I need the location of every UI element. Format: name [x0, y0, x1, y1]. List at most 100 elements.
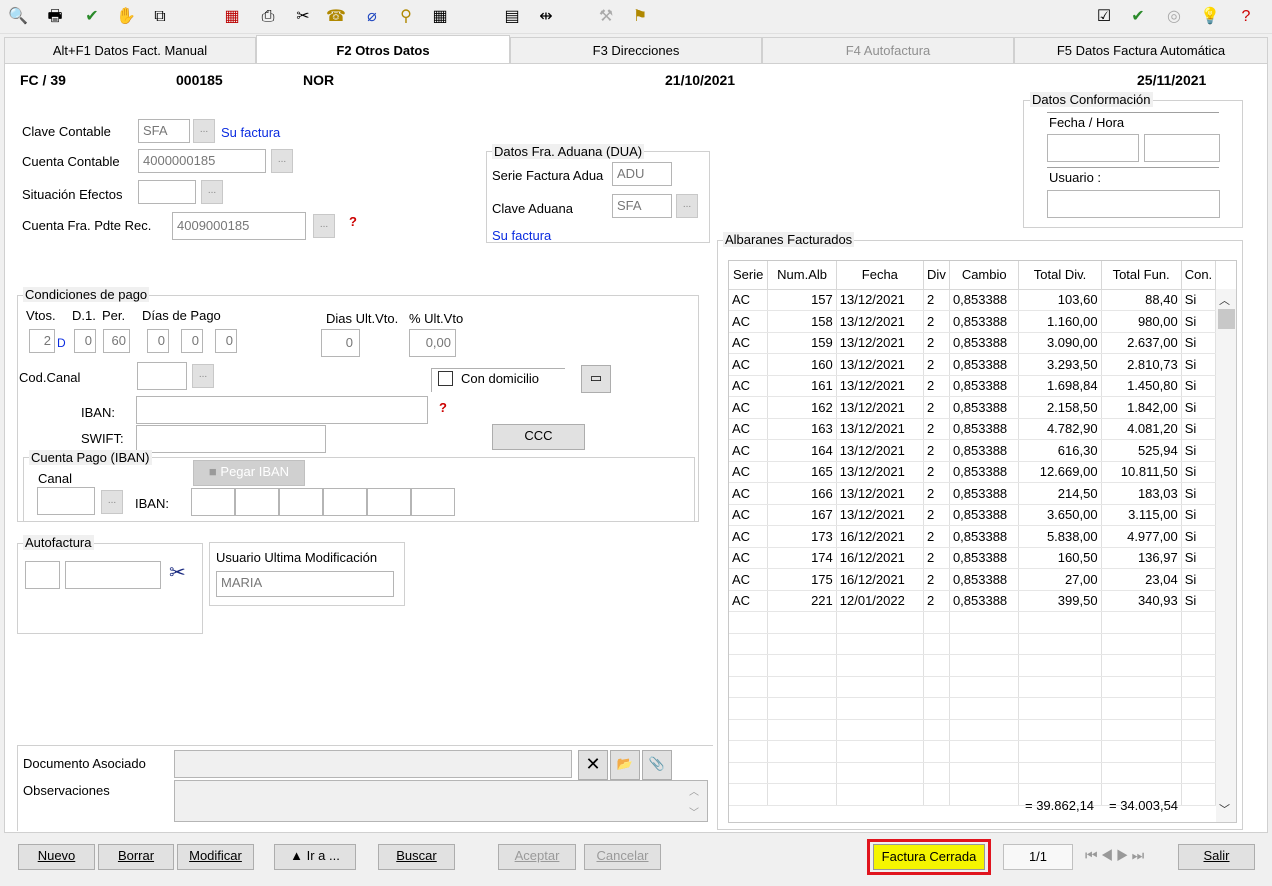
- autofactura-serie-field[interactable]: [25, 561, 60, 589]
- view-icon[interactable]: ◎: [1164, 7, 1184, 27]
- d1-field[interactable]: 0: [74, 329, 96, 353]
- table-row[interactable]: AC 173 16/12/2021 2 0,853388 5.838,00 4.977,00…: [729, 525, 1236, 548]
- clave-contable-field[interactable]: SFA: [138, 119, 190, 143]
- dua-clave-lookup-button[interactable]: ...: [676, 194, 698, 218]
- help-icon[interactable]: ?: [1236, 7, 1256, 27]
- cuenta-contable-lookup-button[interactable]: ...: [271, 149, 293, 173]
- attach-icon[interactable]: ⚲: [396, 7, 416, 27]
- borrar-button[interactable]: Borrar: [98, 844, 174, 870]
- swift-field[interactable]: [136, 425, 326, 453]
- pct-ult-vto-field[interactable]: 0,00: [409, 329, 456, 357]
- nuevo-button[interactable]: Nuevo: [18, 844, 95, 870]
- clave-contable-lookup-button[interactable]: ...: [193, 119, 215, 143]
- next-record-icon[interactable]: ▶: [1116, 847, 1132, 863]
- help-icon[interactable]: ?: [349, 214, 357, 229]
- hora-field[interactable]: [1144, 134, 1220, 162]
- su-factura-link[interactable]: Su factura: [221, 125, 280, 140]
- dua-serie-field[interactable]: ADU: [612, 162, 672, 186]
- canal-field[interactable]: [37, 487, 95, 515]
- table-row[interactable]: AC 160 13/12/2021 2 0,853388 3.293,50 2.810,73…: [729, 353, 1236, 376]
- col-total-fun[interactable]: Total Fun.: [1101, 261, 1182, 290]
- split-icon[interactable]: ⇹: [536, 7, 556, 27]
- dias-pago-2[interactable]: 0: [181, 329, 203, 353]
- iban-part-4[interactable]: [323, 488, 367, 516]
- approve-icon[interactable]: ✔: [1128, 7, 1148, 27]
- validate-icon[interactable]: ✔: [82, 7, 102, 27]
- copy-icon[interactable]: ⧉: [150, 7, 170, 27]
- domicilio-card-button[interactable]: ▭: [581, 365, 611, 393]
- con-domicilio-checkbox[interactable]: [438, 371, 453, 386]
- documento-asociado-field[interactable]: [174, 750, 572, 778]
- ir-a-button[interactable]: ▲ Ir a ...: [274, 844, 356, 870]
- table-row[interactable]: AC 175 16/12/2021 2 0,853388 27,00 23,04 Si: [729, 568, 1236, 591]
- table-row[interactable]: AC 221 12/01/2022 2 0,853388 399,50 340,93 Si: [729, 590, 1236, 612]
- bulb-icon[interactable]: 💡: [1200, 7, 1220, 27]
- iban-part-6[interactable]: [411, 488, 455, 516]
- first-record-icon[interactable]: ⏮: [1085, 847, 1101, 863]
- col-con[interactable]: Con.: [1181, 261, 1217, 290]
- col-div[interactable]: Div: [923, 261, 950, 290]
- iban-field[interactable]: [136, 396, 428, 424]
- phone-icon[interactable]: ☎: [326, 7, 346, 27]
- iban-part-2[interactable]: [235, 488, 279, 516]
- cod-canal-lookup-button[interactable]: ...: [192, 364, 214, 388]
- tab-datos-manual[interactable]: Alt+F1 Datos Fact. Manual: [4, 37, 256, 63]
- doc-clear-icon[interactable]: ✕: [578, 750, 608, 780]
- buscar-button[interactable]: Buscar: [378, 844, 455, 870]
- doc-open-folder-icon[interactable]: 📂: [610, 750, 640, 780]
- table-row[interactable]: AC 174 16/12/2021 2 0,853388 160,50 136,97 Si: [729, 547, 1236, 569]
- scroll-down-icon[interactable]: ﹀: [1219, 801, 1230, 817]
- dua-clave-field[interactable]: SFA: [612, 194, 672, 218]
- cuenta-pdte-lookup-button[interactable]: ...: [313, 214, 335, 238]
- preview-icon[interactable]: 🔍: [8, 7, 28, 27]
- doc-attach-icon[interactable]: 📎: [642, 750, 672, 780]
- table-row[interactable]: AC 157 13/12/2021 2 0,853388 103,60 88,40 Si: [729, 289, 1236, 311]
- table-row[interactable]: AC 163 13/12/2021 2 0,853388 4.782,90 4.081,20…: [729, 418, 1236, 440]
- scroll-up-icon[interactable]: ︿: [1219, 292, 1230, 308]
- observaciones-field[interactable]: [174, 780, 708, 822]
- vtos-field[interactable]: 2: [29, 329, 55, 353]
- checkbox-icon[interactable]: ☑: [1094, 7, 1114, 27]
- iban-part-3[interactable]: [279, 488, 323, 516]
- col-fecha[interactable]: Fecha: [836, 261, 924, 290]
- dias-pago-3[interactable]: 0: [215, 329, 237, 353]
- usuario-modificacion-field[interactable]: MARIA: [216, 571, 394, 597]
- tab-factura-automatica[interactable]: F5 Datos Factura Automática: [1014, 37, 1268, 63]
- albaranes-scrollbar[interactable]: [1216, 289, 1236, 822]
- cut-icon[interactable]: ✂: [293, 7, 313, 27]
- canal-lookup-button[interactable]: ...: [101, 490, 123, 514]
- table-row[interactable]: AC 167 13/12/2021 2 0,853388 3.650,00 3.115,00…: [729, 504, 1236, 526]
- cuenta-pdte-field[interactable]: 4009000185: [172, 212, 306, 240]
- cod-canal-field[interactable]: [137, 362, 187, 390]
- clip-icon[interactable]: ⌀: [362, 7, 382, 27]
- fecha-field[interactable]: [1047, 134, 1139, 162]
- printer2-icon[interactable]: ⎙: [258, 7, 278, 27]
- calc-icon[interactable]: ▦: [222, 7, 242, 27]
- iban-part-1[interactable]: [191, 488, 235, 516]
- tab-direcciones[interactable]: F3 Direcciones: [510, 37, 762, 63]
- usuario-conformacion-field[interactable]: [1047, 190, 1220, 218]
- obs-scroll-down-icon[interactable]: ﹀: [689, 804, 699, 819]
- print-icon[interactable]: 🖶: [45, 7, 65, 27]
- per-field[interactable]: 60: [103, 329, 130, 353]
- col-serie[interactable]: Serie: [729, 261, 769, 290]
- autofactura-numero-field[interactable]: [65, 561, 161, 589]
- table-row[interactable]: AC 161 13/12/2021 2 0,853388 1.698,84 1.450,80…: [729, 375, 1236, 397]
- salir-button[interactable]: Salir: [1178, 844, 1255, 870]
- obs-scroll-up-icon[interactable]: ︿: [689, 783, 699, 798]
- modificar-button[interactable]: Modificar: [177, 844, 254, 870]
- situacion-lookup-button[interactable]: ...: [201, 180, 223, 204]
- col-cambio[interactable]: Cambio: [949, 261, 1020, 290]
- col-num-alb[interactable]: Num.Alb: [767, 261, 837, 290]
- prev-record-icon[interactable]: ◀: [1101, 847, 1117, 863]
- iban-help-icon[interactable]: ?: [439, 400, 447, 415]
- dias-ult-vto-field[interactable]: 0: [321, 329, 360, 357]
- table-row[interactable]: AC 162 13/12/2021 2 0,853388 2.158,50 1.842,00…: [729, 396, 1236, 419]
- iban-part-5[interactable]: [367, 488, 411, 516]
- cuenta-contable-field[interactable]: 4000000185: [138, 149, 266, 173]
- grid-icon[interactable]: ▤: [502, 7, 522, 27]
- table-row[interactable]: AC 164 13/12/2021 2 0,853388 616,30 525,94 Si: [729, 439, 1236, 462]
- table-row[interactable]: AC 159 13/12/2021 2 0,853388 3.090,00 2.637,00…: [729, 332, 1236, 354]
- situacion-efectos-field[interactable]: [138, 180, 196, 204]
- table-row[interactable]: AC 165 13/12/2021 2 0,853388 12.669,00 10.811,…: [729, 461, 1236, 483]
